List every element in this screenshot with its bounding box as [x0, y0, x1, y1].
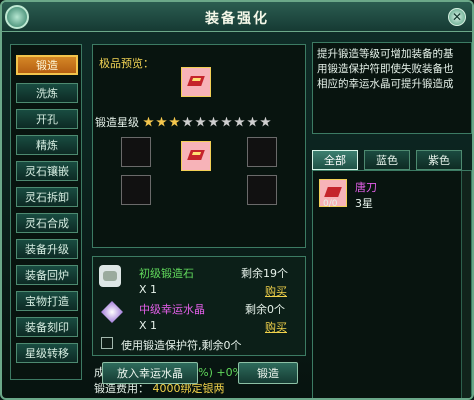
sidebar-item-wash[interactable]: 洗炼	[16, 83, 78, 103]
forge-star-row: 锻造星级	[95, 115, 305, 129]
list-item[interactable]: 0/0 唐刀 3星	[319, 179, 467, 219]
star-icon	[169, 116, 180, 127]
material-name-2: 中级幸运水晶	[139, 303, 205, 316]
star-icon	[182, 116, 193, 127]
star-icon	[195, 116, 206, 127]
material-slot-left-top[interactable]	[121, 137, 151, 167]
sidebar-item-star-transfer[interactable]: 星级转移	[16, 343, 78, 363]
gem-icon	[324, 187, 342, 197]
star-icon	[156, 116, 167, 127]
sidebar-item-gem-compose[interactable]: 灵石合成	[16, 213, 78, 233]
material-qty-1: X 1	[139, 283, 158, 296]
right-panel: 提升锻造等级可增加装备的基 用锻造保护符即使失败装备也 相应的幸运水晶可提升锻造…	[312, 42, 472, 398]
forge-stone-icon	[99, 265, 121, 287]
put-crystal-button[interactable]: 放入幸运水晶	[102, 362, 198, 384]
blade-icon	[187, 76, 205, 86]
description-line-2: 用锻造保护符即使失败装备也	[317, 63, 454, 75]
description-box: 提升锻造等级可增加装备的基 用锻造保护符即使失败装备也 相应的幸运水晶可提升锻造…	[312, 42, 472, 134]
item-name: 唐刀	[355, 181, 377, 194]
tab-all[interactable]: 全部	[312, 150, 358, 170]
sidebar-item-refine[interactable]: 精炼	[16, 135, 78, 155]
material-slot-right-bottom[interactable]	[247, 175, 277, 205]
sidebar-item-gem-inlay[interactable]: 灵石镶嵌	[16, 161, 78, 181]
window-title: 装备强化	[205, 11, 269, 27]
material-slot-left-bottom[interactable]	[121, 175, 151, 205]
quality-tabs: 全部 蓝色 紫色	[312, 150, 472, 170]
sidebar-item-upgrade[interactable]: 装备升级	[16, 239, 78, 259]
buy-link-1[interactable]: 购买	[265, 283, 287, 299]
sidebar-item-socket[interactable]: 开孔	[16, 109, 78, 129]
preview-label: 极品预览：	[99, 57, 154, 70]
equipment-enhance-window: 装备强化 ✕ 锻造 洗炼 开孔 精炼 灵石镶嵌 灵石拆卸 灵石合成 装备升级 装…	[0, 0, 474, 400]
star-icon	[208, 116, 219, 127]
close-button[interactable]: ✕	[448, 8, 466, 26]
equipment-list: 0/0 唐刀 3星	[312, 170, 472, 398]
blade-icon	[187, 150, 205, 160]
star-icon	[247, 116, 258, 127]
forge-star-label: 锻造星级	[95, 116, 139, 129]
material-name-1: 初级锻造石	[139, 267, 194, 280]
info-panel: 成功率： 70%(VIP 0%) +0%失败补偿 锻造费用： 4000绑定银两	[92, 320, 306, 395]
preview-panel: 极品预览： 锻造星级	[92, 44, 306, 248]
description-line-1: 提升锻造等级可增加装备的基	[317, 48, 454, 60]
tab-purple[interactable]: 紫色	[416, 150, 462, 170]
center-panel: 极品预览： 锻造星级 初级锻造石 剩余19个 X 1 购买 中级幸运水晶 剩余0…	[92, 44, 306, 398]
equipment-slot[interactable]	[181, 141, 211, 171]
sidebar-item-recycle[interactable]: 装备回炉	[16, 265, 78, 285]
star-icon	[234, 116, 245, 127]
material-slot-right-top[interactable]	[247, 137, 277, 167]
sidebar-item-gem-remove[interactable]: 灵石拆卸	[16, 187, 78, 207]
sidebar: 锻造 洗炼 开孔 精炼 灵石镶嵌 灵石拆卸 灵石合成 装备升级 装备回炉 宝物打…	[10, 44, 82, 380]
item-level: 3星	[355, 197, 373, 210]
forge-button[interactable]: 锻造	[238, 362, 298, 384]
sidebar-item-treasure[interactable]: 宝物打造	[16, 291, 78, 311]
star-icon	[260, 116, 271, 127]
tab-blue[interactable]: 蓝色	[364, 150, 410, 170]
sidebar-item-engrave[interactable]: 装备刻印	[16, 317, 78, 337]
preview-item-slot[interactable]	[181, 67, 211, 97]
item-count: 0/0	[323, 199, 338, 209]
material-remain-1: 剩余19个	[241, 267, 288, 280]
description-line-3: 相应的幸运水晶可提升锻造成	[317, 78, 454, 90]
material-remain-2: 剩余0个	[245, 303, 285, 316]
star-icon	[143, 116, 154, 127]
title-bar: 装备强化 ✕	[2, 2, 472, 32]
list-scrollbar[interactable]	[461, 171, 471, 398]
star-icon	[221, 116, 232, 127]
sidebar-item-forge[interactable]: 锻造	[16, 55, 78, 75]
